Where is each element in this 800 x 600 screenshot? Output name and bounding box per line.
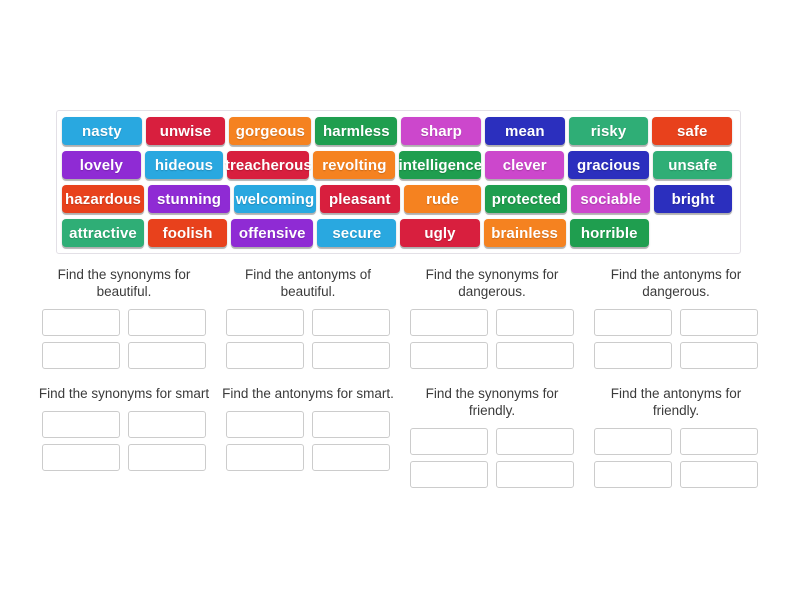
word-tile[interactable]: brainless (483, 219, 566, 247)
question-prompt: Find the antonyms for dangerous. (610, 267, 742, 299)
tile-empty-slot (653, 219, 732, 247)
answer-drop-slot[interactable] (312, 444, 390, 471)
word-tile[interactable]: risky (568, 117, 649, 145)
question-group: Find the antonyms of beautiful. (216, 266, 400, 369)
tile-row: hazardous stunning welcoming pleasant rude pr… (62, 185, 736, 213)
answer-drop-slot[interactable] (594, 461, 672, 488)
answer-drop-slot[interactable] (226, 411, 304, 438)
answer-drop-slot[interactable] (226, 444, 304, 471)
question-group: Find the synonyms for smart (32, 385, 216, 488)
answer-drop-slot[interactable] (680, 461, 758, 488)
question-group: Find the synonyms for friendly. (400, 385, 584, 488)
question-prompt: Find the antonyms for smart. (222, 386, 394, 401)
tile-row: nasty unwise gorgeous harmless sharp mean risk… (62, 117, 736, 145)
answer-slot-grid (590, 428, 762, 488)
word-tile[interactable]: rude (403, 185, 482, 213)
word-tile[interactable]: unwise (145, 117, 226, 145)
word-tile[interactable]: stunning (148, 185, 230, 213)
question-group: Find the antonyms for friendly. (584, 385, 768, 488)
word-tile[interactable]: mean (485, 117, 565, 145)
answer-drop-slot[interactable] (496, 461, 574, 488)
question-group: Find the synonyms for beautiful. (32, 266, 216, 369)
answer-slot-grid (222, 411, 394, 471)
question-group: Find the antonyms for dangerous. (584, 266, 768, 369)
word-tile[interactable]: ugly (400, 219, 480, 247)
word-tile[interactable]: foolish (148, 219, 228, 247)
answer-drop-slot[interactable] (410, 309, 488, 336)
word-tile[interactable]: sharp (401, 117, 482, 145)
answer-drop-slot[interactable] (680, 428, 758, 455)
answer-drop-slot[interactable] (410, 461, 488, 488)
question-prompt: Find the antonyms for friendly. (610, 386, 742, 418)
answer-drop-slot[interactable] (128, 411, 206, 438)
answer-drop-slot[interactable] (128, 342, 206, 369)
answer-drop-slot[interactable] (42, 342, 120, 369)
word-tile[interactable]: nasty (62, 117, 142, 145)
word-tile[interactable]: hazardous (62, 185, 144, 213)
answer-drop-slot[interactable] (680, 342, 758, 369)
answer-slot-grid (38, 411, 210, 471)
answer-drop-slot[interactable] (42, 444, 120, 471)
tile-row: attractive foolish offensive secure ugly brai… (62, 219, 736, 247)
word-tile[interactable]: unsafe (653, 151, 733, 179)
answer-drop-slot[interactable] (594, 309, 672, 336)
answer-drop-slot[interactable] (226, 309, 304, 336)
answer-drop-slot[interactable] (128, 309, 206, 336)
answer-drop-slot[interactable] (496, 309, 574, 336)
answer-drop-slot[interactable] (42, 411, 120, 438)
word-tile[interactable]: gracious (568, 151, 650, 179)
word-tile[interactable]: attractive (62, 219, 144, 247)
word-tile[interactable]: gorgeous (229, 117, 312, 145)
answer-drop-slot[interactable] (410, 342, 488, 369)
question-band: Find the synonyms for beautiful. Find the… (32, 266, 768, 369)
answer-drop-slot[interactable] (496, 342, 574, 369)
word-tile[interactable]: lovely (62, 151, 141, 179)
question-group: Find the antonyms for smart. (216, 385, 400, 488)
tile-row: lovely hideous treacherous revolting intelli… (62, 151, 736, 179)
tile-bank: nasty unwise gorgeous harmless sharp mean risk… (56, 110, 741, 254)
word-tile[interactable]: protected (485, 185, 568, 213)
question-area: Find the synonyms for beautiful. Find the… (32, 266, 768, 504)
question-prompt: Find the synonyms for dangerous. (425, 267, 559, 299)
answer-drop-slot[interactable] (42, 309, 120, 336)
answer-drop-slot[interactable] (594, 428, 672, 455)
question-prompt: Find the synonyms for beautiful. (57, 267, 191, 299)
answer-drop-slot[interactable] (496, 428, 574, 455)
word-tile[interactable]: sociable (571, 185, 651, 213)
question-group: Find the synonyms for dangerous. (400, 266, 584, 369)
answer-drop-slot[interactable] (312, 342, 390, 369)
question-prompt: Find the synonyms for smart (38, 386, 210, 401)
word-tile[interactable]: harmless (315, 117, 398, 145)
word-tile[interactable]: horrible (569, 219, 649, 247)
question-prompt: Find the synonyms for friendly. (425, 386, 559, 418)
word-tile[interactable]: offensive (231, 219, 314, 247)
word-tile[interactable]: treacherous (225, 151, 312, 179)
answer-slot-grid (406, 309, 578, 369)
answer-drop-slot[interactable] (410, 428, 488, 455)
answer-drop-slot[interactable] (226, 342, 304, 369)
word-tile[interactable]: welcoming (234, 185, 316, 213)
answer-drop-slot[interactable] (594, 342, 672, 369)
question-band: Find the synonyms for smart Find the anto… (32, 385, 768, 488)
word-tile[interactable]: secure (317, 219, 397, 247)
word-tile[interactable]: safe (652, 117, 733, 145)
answer-slot-grid (38, 309, 210, 369)
word-tile[interactable]: intelligence (398, 151, 482, 179)
word-tile[interactable]: pleasant (320, 185, 400, 213)
answer-drop-slot[interactable] (312, 411, 390, 438)
word-tile[interactable]: hideous (144, 151, 224, 179)
answer-drop-slot[interactable] (312, 309, 390, 336)
answer-slot-grid (222, 309, 394, 369)
word-tile[interactable]: bright (654, 185, 732, 213)
answer-drop-slot[interactable] (680, 309, 758, 336)
word-tile[interactable]: revolting (313, 151, 396, 179)
answer-slot-grid (590, 309, 762, 369)
question-prompt: Find the antonyms of beautiful. (244, 267, 372, 299)
answer-slot-grid (406, 428, 578, 488)
answer-drop-slot[interactable] (128, 444, 206, 471)
word-tile[interactable]: clever (485, 151, 565, 179)
